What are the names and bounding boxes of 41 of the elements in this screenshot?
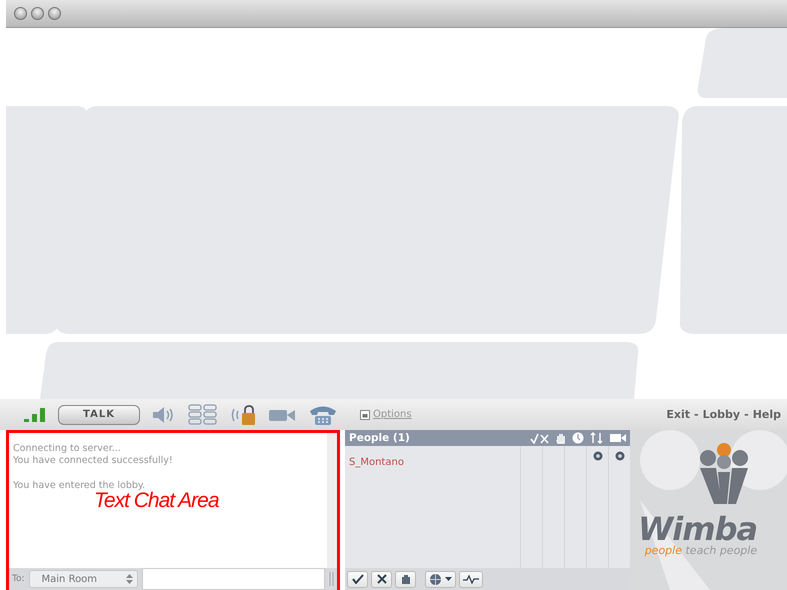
arrows-icon: [590, 432, 604, 444]
nav-link[interactable]: Lobby: [702, 408, 740, 421]
participant-name[interactable]: S_Montano: [349, 457, 404, 468]
pulse-icon: [463, 574, 479, 584]
people-title: People (1): [349, 432, 411, 444]
window-control-button[interactable]: [14, 7, 27, 20]
phone-icon[interactable]: [308, 404, 338, 426]
chat-input[interactable]: [142, 568, 325, 590]
annotation-label: Text Chat Area: [94, 489, 219, 513]
options-icon: [360, 410, 370, 420]
status-dot-icon: [614, 451, 624, 461]
chat-message: You have entered the lobby.: [13, 480, 146, 492]
check-icon: [352, 574, 364, 584]
approve-button[interactable]: [347, 570, 368, 588]
list-icon[interactable]: [188, 404, 218, 426]
camera-icon[interactable]: [268, 408, 296, 422]
cross-icon: [376, 574, 386, 584]
chat-message: You have connected successfully!: [13, 455, 174, 467]
resize-handle-icon[interactable]: [328, 572, 334, 586]
link-separator: -: [694, 408, 699, 421]
window-control-button[interactable]: [48, 7, 61, 20]
chat-message: Connecting to server...: [13, 443, 122, 455]
stepper-icon: [126, 573, 133, 585]
link-separator: -: [744, 408, 749, 421]
status-menu-button[interactable]: [425, 570, 456, 588]
camera-icon: [610, 433, 626, 443]
hand-button[interactable]: [395, 570, 416, 588]
nav-link[interactable]: Exit: [666, 408, 690, 421]
status-dot-icon: [592, 451, 602, 461]
caret-icon: [445, 577, 452, 581]
lock-icon[interactable]: [230, 404, 256, 426]
window-control-button[interactable]: [31, 7, 44, 20]
globe-icon: [429, 572, 442, 586]
signal-icon: [24, 408, 46, 422]
check-cross-icon: [530, 432, 550, 444]
to-label: To:: [12, 574, 25, 584]
talk-button[interactable]: TALK: [58, 404, 140, 424]
room-select[interactable]: Main Room: [28, 570, 138, 588]
nav-link[interactable]: Help: [752, 408, 781, 421]
activity-button[interactable]: [459, 570, 483, 588]
deny-button[interactable]: [371, 570, 392, 588]
